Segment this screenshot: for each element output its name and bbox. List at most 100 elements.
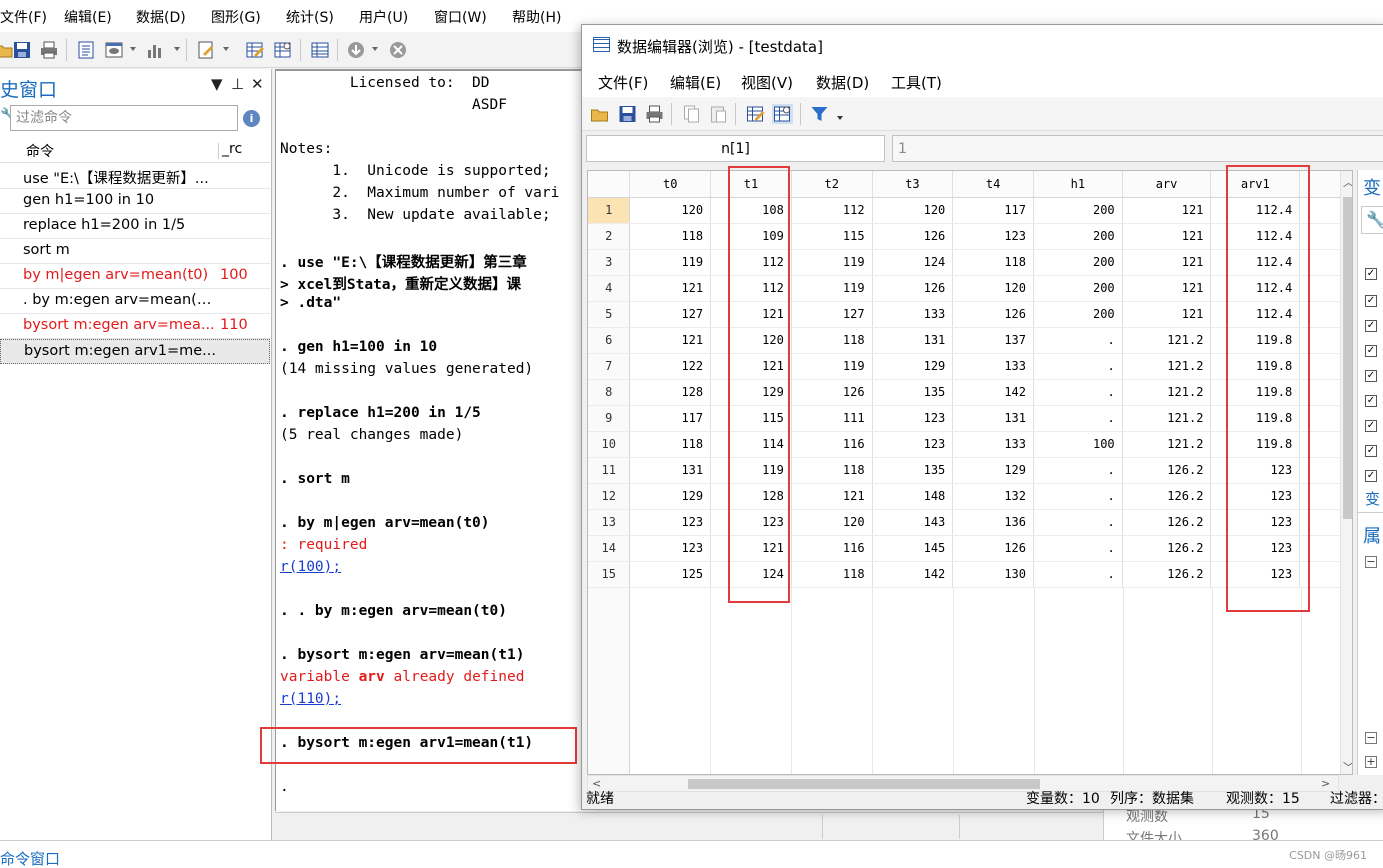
data-cell[interactable]: 118 xyxy=(952,249,1034,276)
more-icon[interactable] xyxy=(346,40,366,60)
row-number[interactable]: 12 xyxy=(588,483,631,510)
history-row[interactable]: gen h1=100 in 10 xyxy=(0,189,270,214)
data-cell[interactable]: 119 xyxy=(791,275,873,302)
save-icon[interactable] xyxy=(617,104,638,124)
viewer-icon[interactable] xyxy=(104,40,124,60)
data-cell[interactable]: . xyxy=(1033,327,1123,354)
checkbox-var[interactable]: ✓ xyxy=(1365,295,1377,307)
data-cell[interactable]: 112.4 xyxy=(1210,223,1301,250)
editor-menu-view[interactable]: 视图(V) xyxy=(741,72,793,93)
row-number[interactable]: 2 xyxy=(588,223,631,250)
column-header[interactable]: h1 xyxy=(1033,171,1123,198)
data-cell[interactable]: 122 xyxy=(629,353,712,380)
collapse-icon[interactable]: − xyxy=(1365,732,1377,744)
pin-icon[interactable]: ⊥ xyxy=(231,75,244,93)
data-cell[interactable]: 118 xyxy=(629,223,712,250)
data-cell[interactable]: 121 xyxy=(710,535,792,562)
column-header[interactable]: t3 xyxy=(872,171,954,198)
data-cell[interactable]: 121 xyxy=(791,483,873,510)
data-cell[interactable]: 116 xyxy=(791,535,873,562)
data-cell[interactable]: 131 xyxy=(629,457,712,484)
command-window-label[interactable]: 命令窗口 xyxy=(0,848,60,868)
data-cell[interactable]: 119.8 xyxy=(1210,353,1301,380)
data-cell[interactable]: 126 xyxy=(872,275,954,302)
copy-icon[interactable] xyxy=(681,104,702,124)
data-cell[interactable]: 126 xyxy=(952,301,1034,328)
data-cell[interactable]: 123 xyxy=(872,405,954,432)
menu-help[interactable]: 帮助(H) xyxy=(512,7,561,27)
open-icon[interactable] xyxy=(589,104,610,124)
vertical-scrollbar[interactable]: ︿ ﹀ xyxy=(1340,171,1352,774)
data-editor-browse-icon[interactable] xyxy=(273,40,293,60)
history-row[interactable]: . by m:egen arv=mean(t0) xyxy=(0,289,270,314)
editor-menu-data[interactable]: 数据(D) xyxy=(816,72,869,93)
data-cell[interactable]: . xyxy=(1033,457,1123,484)
break-icon[interactable] xyxy=(388,40,408,60)
browse-mode-icon[interactable] xyxy=(772,104,793,124)
editor-menu-tools[interactable]: 工具(T) xyxy=(891,72,942,93)
data-cell[interactable]: 108 xyxy=(710,197,792,224)
history-row-error[interactable]: bysort m:egen arv=mea... 110 xyxy=(0,314,270,339)
do-file-editor-icon[interactable] xyxy=(196,40,216,60)
editor-menu-file[interactable]: 文件(F) xyxy=(598,72,648,93)
data-cell[interactable]: 118 xyxy=(791,327,873,354)
column-rc[interactable]: _rc xyxy=(222,141,242,157)
data-cell[interactable]: 121 xyxy=(1122,223,1212,250)
menu-edit[interactable]: 编辑(E) xyxy=(64,7,112,27)
data-cell[interactable]: 121.2 xyxy=(1122,327,1212,354)
checkbox-var[interactable]: ✓ xyxy=(1365,445,1377,457)
data-cell[interactable]: 118 xyxy=(629,431,712,458)
data-cell[interactable]: 126.2 xyxy=(1122,483,1212,510)
wrench-icon[interactable]: 🔧 xyxy=(1366,210,1383,229)
data-cell[interactable]: 120 xyxy=(872,197,954,224)
history-row[interactable]: replace h1=200 in 1/5 xyxy=(0,214,270,239)
column-header[interactable]: t4 xyxy=(952,171,1034,198)
data-cell[interactable]: 123 xyxy=(1210,457,1301,484)
data-cell[interactable]: 119.8 xyxy=(1210,327,1301,354)
data-cell[interactable]: . xyxy=(1033,483,1123,510)
menu-statistics[interactable]: 统计(S) xyxy=(286,7,334,27)
data-cell[interactable]: 142 xyxy=(952,379,1034,406)
info-icon[interactable]: i xyxy=(243,110,260,127)
data-cell[interactable]: 123 xyxy=(952,223,1034,250)
data-cell[interactable]: 200 xyxy=(1033,249,1123,276)
data-cell[interactable]: 128 xyxy=(629,379,712,406)
data-cell[interactable]: 119 xyxy=(629,249,712,276)
menu-data[interactable]: 数据(D) xyxy=(136,7,186,27)
data-cell[interactable]: 121.2 xyxy=(1122,405,1212,432)
data-cell[interactable]: 143 xyxy=(872,509,954,536)
column-header[interactable]: t0 xyxy=(629,171,712,198)
checkbox-var[interactable]: ✓ xyxy=(1365,420,1377,432)
data-cell[interactable]: 123 xyxy=(1210,509,1301,536)
expand-icon[interactable]: + xyxy=(1365,756,1377,768)
data-cell[interactable]: 125 xyxy=(629,561,712,588)
history-row-selected[interactable]: bysort m:egen arv1=me... xyxy=(0,339,270,364)
data-cell[interactable]: 131 xyxy=(952,405,1034,432)
data-cell[interactable]: 120 xyxy=(629,197,712,224)
variables-tab[interactable]: 变 xyxy=(1365,488,1380,509)
checkbox-var[interactable]: ✓ xyxy=(1365,345,1377,357)
row-number[interactable]: 14 xyxy=(588,535,631,562)
history-row-error[interactable]: by m|egen arv=mean(t0) 100 xyxy=(0,264,270,289)
history-filter-input[interactable]: 过滤命令 xyxy=(10,105,238,131)
data-cell[interactable]: 121 xyxy=(629,327,712,354)
data-cell[interactable]: 200 xyxy=(1033,197,1123,224)
data-cell[interactable]: 120 xyxy=(791,509,873,536)
vertical-scroll-thumb[interactable] xyxy=(1343,197,1352,519)
data-cell[interactable]: 112.4 xyxy=(1210,301,1301,328)
data-cell[interactable]: 133 xyxy=(952,431,1034,458)
data-cell[interactable]: 135 xyxy=(872,457,954,484)
data-cell[interactable]: 120 xyxy=(952,275,1034,302)
edit-mode-icon[interactable] xyxy=(745,104,766,124)
menu-graphics[interactable]: 图形(G) xyxy=(211,7,261,27)
data-cell[interactable]: 126.2 xyxy=(1122,509,1212,536)
data-cell[interactable]: 132 xyxy=(952,483,1034,510)
data-cell[interactable]: 135 xyxy=(872,379,954,406)
grid-corner[interactable] xyxy=(588,171,631,198)
row-number[interactable]: 10 xyxy=(588,431,631,458)
filter-icon[interactable] xyxy=(809,104,830,124)
data-cell[interactable]: 129 xyxy=(629,483,712,510)
history-row[interactable]: use "E:\【课程数据更新】... xyxy=(0,164,270,189)
data-cell[interactable]: 200 xyxy=(1033,275,1123,302)
data-cell[interactable]: 136 xyxy=(952,509,1034,536)
